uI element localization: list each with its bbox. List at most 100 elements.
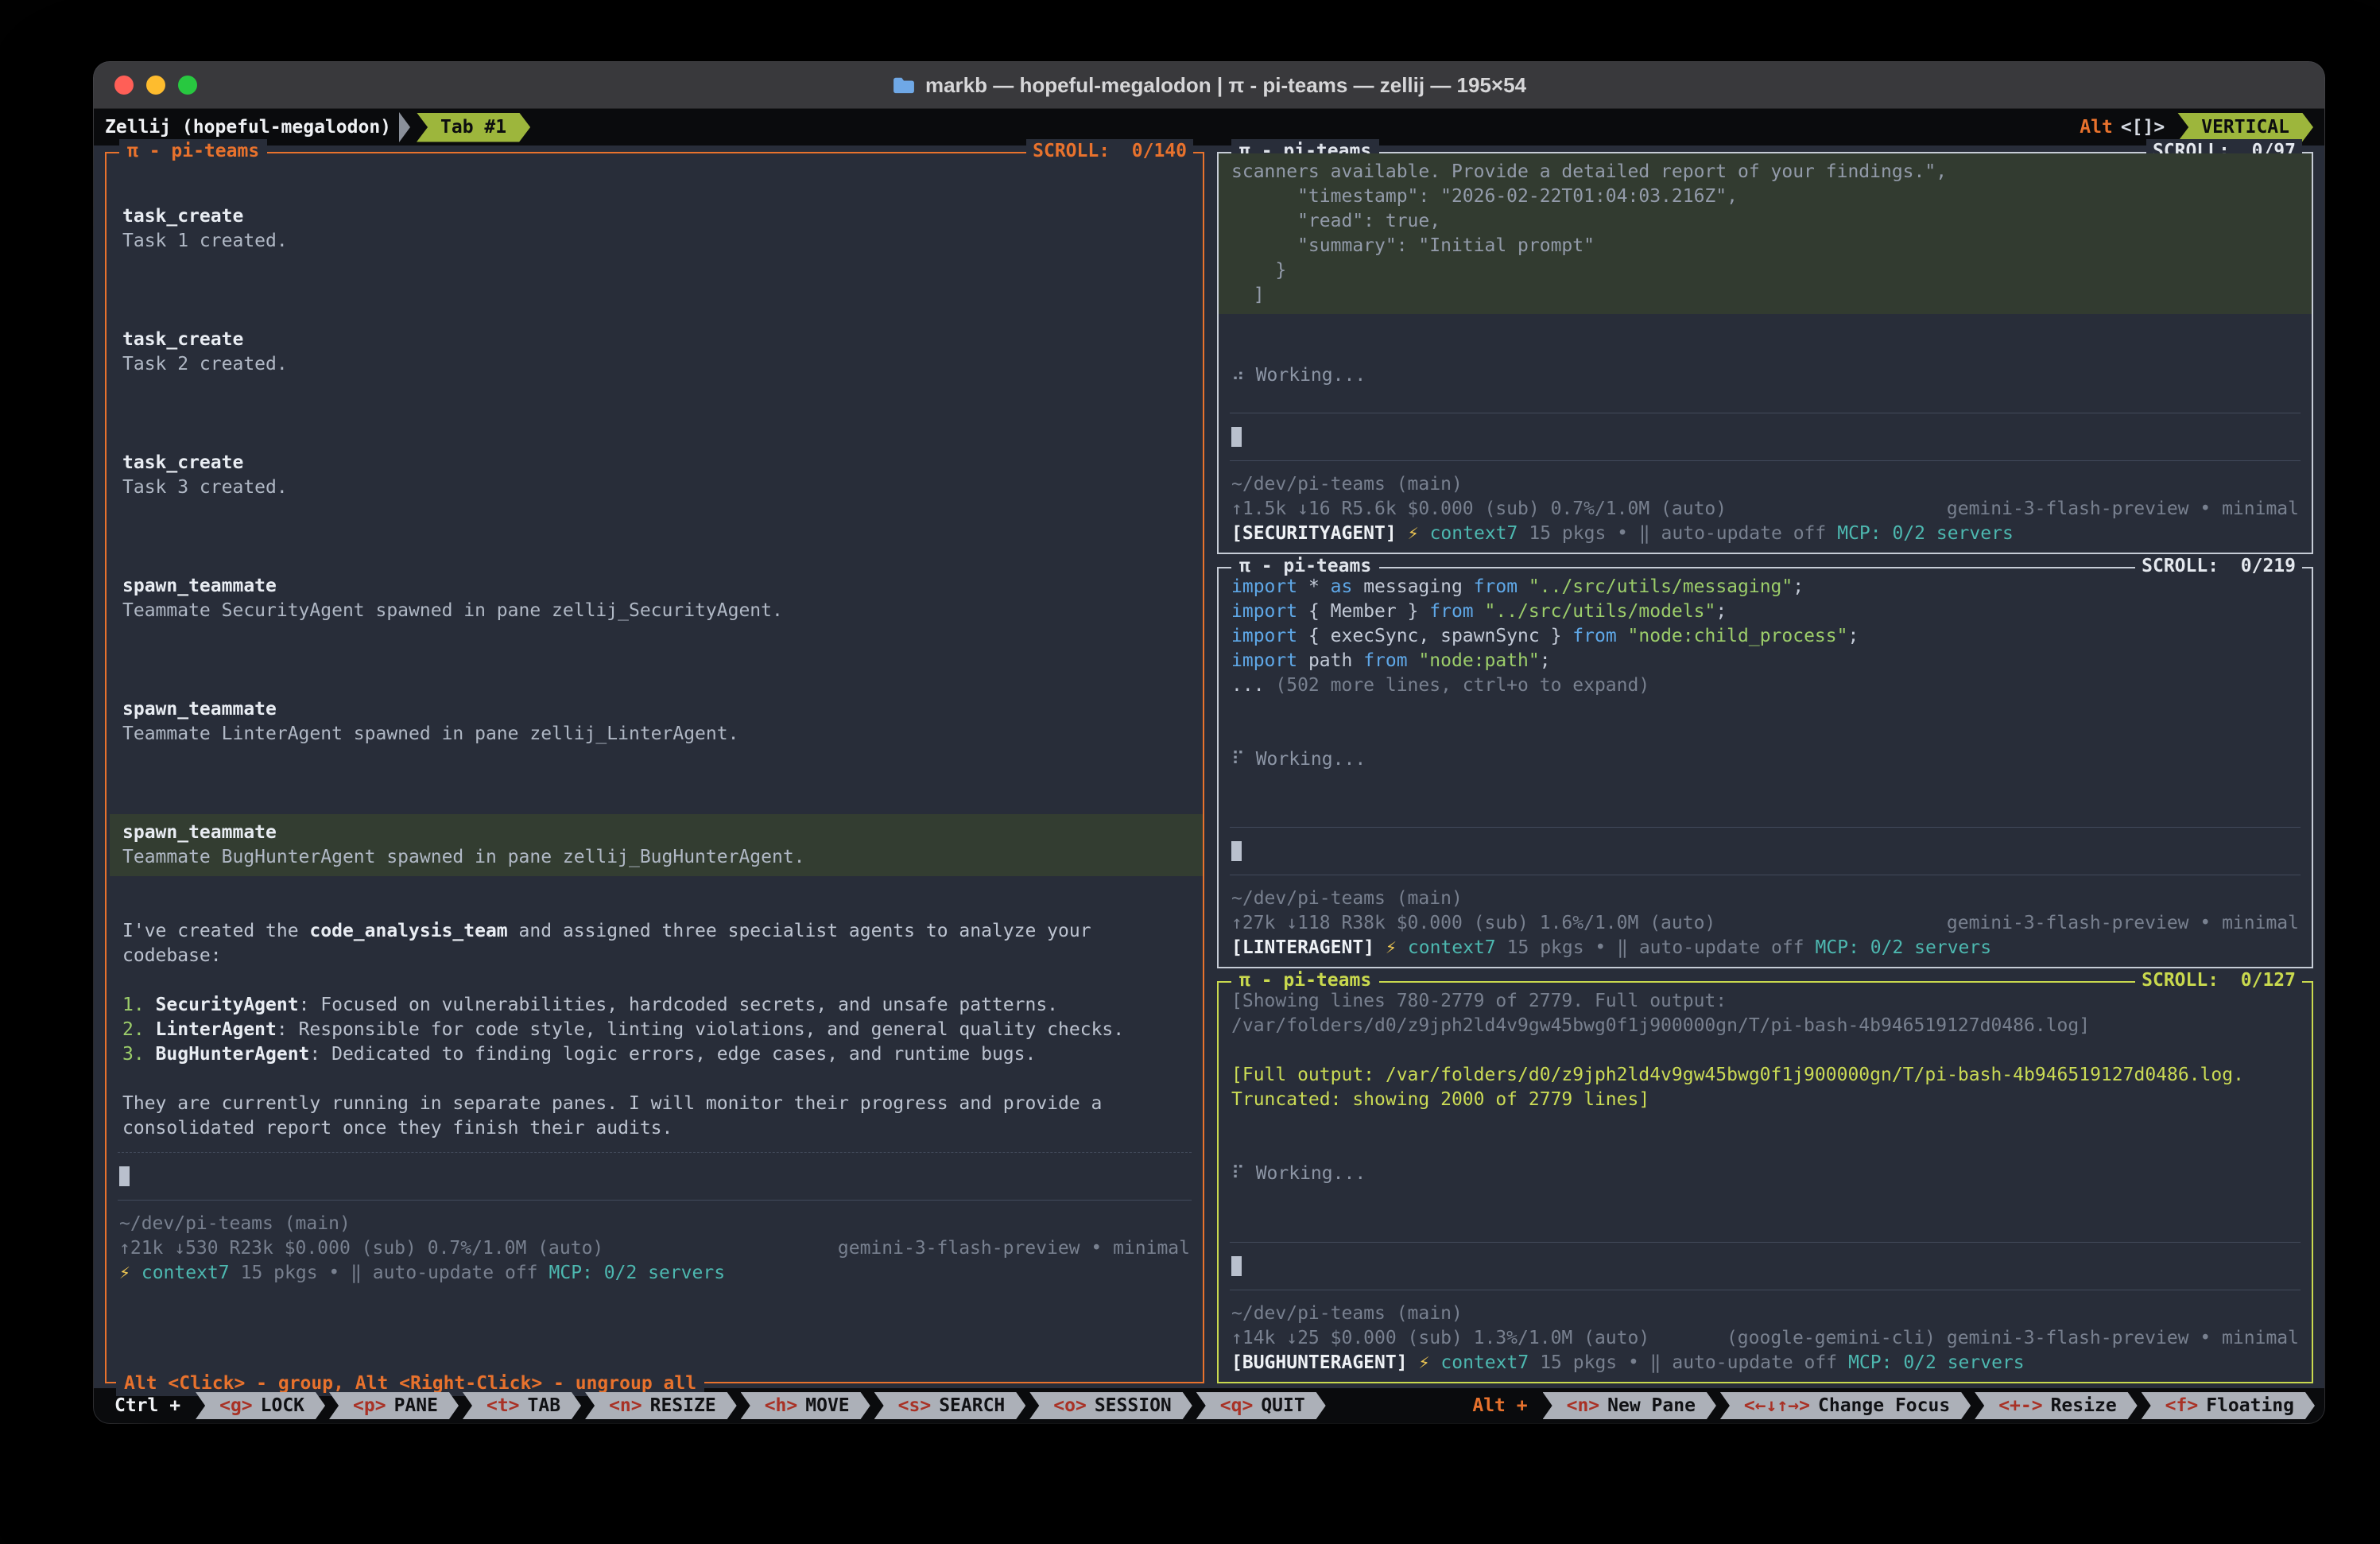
assistant-message-line: consolidated report once they finish the…	[122, 1116, 1190, 1141]
prompt-row[interactable]	[119, 1164, 1190, 1189]
ctrl-modifier: Ctrl +	[103, 1394, 192, 1418]
bolt-icon: ⚡	[1408, 522, 1419, 546]
status-bar: ~/dev/pi-teams (main) ↑27k ↓118 R38k $0.…	[1231, 816, 2299, 960]
event-task-create-3: task_create Task 3 created.	[122, 451, 1190, 500]
keybar-quit[interactable]: <q>QUIT	[1196, 1392, 1326, 1419]
session-name: Zellij (hopeful-megalodon)	[105, 115, 391, 140]
titlebar: markb — hopeful-megalodon | π - pi-teams…	[94, 62, 2324, 109]
prompt-row[interactable]	[1231, 1254, 2299, 1278]
keybar-tab[interactable]: <t>TAB	[463, 1392, 581, 1419]
code-line: import { Member } from "../src/utils/mod…	[1231, 599, 2299, 624]
keybar-new-pane[interactable]: <n>New Pane	[1543, 1392, 1716, 1419]
working-indicator: ⠏ Working...	[1231, 1162, 2299, 1186]
assistant-message-line: codebase:	[122, 944, 1190, 968]
agent-badge: [BUGHUNTERAGENT]	[1231, 1351, 1408, 1375]
keybar-move[interactable]: <h>MOVE	[741, 1392, 870, 1419]
context-row: [SECURITYAGENT]⚡context715 pkgs • ‖ auto…	[1231, 522, 2299, 546]
swap-layout-badge[interactable]: VERTICAL	[2177, 113, 2313, 142]
agent-badge: [LINTERAGENT]	[1231, 936, 1374, 960]
status-separator	[118, 1200, 1192, 1201]
powerline-chevron-icon	[399, 112, 410, 142]
agent-list-item-3: 3. BugHunterAgent: Dedicated to finding …	[122, 1042, 1190, 1067]
pane-bughunter-agent[interactable]: π - pi-teams SCROLL: 0/127 [Showing line…	[1217, 981, 2313, 1383]
alt-modifier: Alt +	[1461, 1394, 1538, 1418]
code-line: import { execSync, spawnSync } from "nod…	[1231, 624, 2299, 649]
bolt-icon: ⚡	[119, 1261, 130, 1286]
keybar-pane[interactable]: <p>PANE	[329, 1392, 459, 1419]
assistant-message-line: I've created the code_analysis_team and …	[122, 919, 1190, 944]
code-line: ... (502 more lines, ctrl+o to expand)	[1231, 673, 2299, 698]
event-spawn-bughunter: spawn_teammate Teammate BugHunterAgent s…	[110, 814, 1203, 876]
keybar-lock[interactable]: <g>LOCK	[196, 1392, 325, 1419]
prompt-row[interactable]	[1231, 425, 2299, 449]
folder-icon	[892, 76, 916, 95]
token-stats-row: ↑1.5k ↓16 R5.6k $0.000 (sub) 0.7%/1.0M (…	[1231, 497, 2299, 522]
terminal-cursor	[1231, 1256, 1242, 1276]
bolt-icon: ⚡	[1419, 1351, 1430, 1375]
agent-badge: [SECURITYAGENT]	[1231, 522, 1397, 546]
cwd: ~/dev/pi-teams (main)	[1231, 472, 2299, 497]
zellij-terminal: Zellij (hopeful-megalodon) Tab #1 Alt <[…	[94, 109, 2324, 1423]
status-bar: ~/dev/pi-teams (main) ↑1.5k ↓16 R5.6k $0…	[1231, 402, 2299, 546]
input-separator	[1230, 1242, 2301, 1243]
pane-linter-agent[interactable]: π - pi-teams SCROLL: 0/219 import * as m…	[1217, 567, 2313, 969]
cwd: ~/dev/pi-teams (main)	[119, 1212, 1190, 1236]
event-task-create-2: task_create Task 2 created.	[122, 328, 1190, 377]
event-task-create-1: task_create Task 1 created.	[122, 204, 1190, 254]
keybar-session[interactable]: <o>SESSION	[1029, 1392, 1192, 1419]
keybar-search[interactable]: <s>SEARCH	[874, 1392, 1026, 1419]
keybar-change-focus[interactable]: <←↓↑→>Change Focus	[1720, 1392, 1971, 1419]
agent-list-item-2: 2. LinterAgent: Responsible for code sty…	[122, 1018, 1190, 1042]
truncation-notice: Truncated: showing 2000 of 2779 lines]	[1231, 1088, 2299, 1112]
log-line: [Showing lines 780-2779 of 2779. Full ou…	[1231, 989, 2299, 1014]
input-separator	[1230, 827, 2301, 828]
keybar-resize[interactable]: <n>RESIZE	[585, 1392, 737, 1419]
pane-grid: π - pi-teams SCROLL: 0/140 task_create T…	[94, 145, 2324, 1388]
token-stats-row: ↑14k ↓25 $0.000 (sub) 1.3%/1.0M (auto)(g…	[1231, 1326, 2299, 1351]
zoom-button[interactable]	[178, 76, 197, 95]
tab-1-label: Tab #1	[440, 117, 506, 138]
status-bar: ~/dev/pi-teams (main) ↑21k ↓530 R23k $0.…	[119, 1141, 1190, 1286]
desktop: markb — hopeful-megalodon | π - pi-teams…	[0, 0, 2380, 1544]
swap-layout-label: VERTICAL	[2201, 117, 2289, 138]
window-title: markb — hopeful-megalodon | π - pi-teams…	[892, 73, 1526, 98]
swap-layout-binding: <[]>	[2121, 115, 2165, 140]
zellij-tabbar: Zellij (hopeful-megalodon) Tab #1 Alt <[…	[94, 109, 2324, 145]
swap-layout-modifier: Alt	[2080, 115, 2113, 140]
cwd: ~/dev/pi-teams (main)	[1231, 1302, 2299, 1326]
agent-list-item-1: 1. SecurityAgent: Focused on vulnerabili…	[122, 993, 1190, 1018]
terminal-window: markb — hopeful-megalodon | π - pi-teams…	[94, 62, 2324, 1423]
context-row: [BUGHUNTERAGENT]⚡context715 pkgs • ‖ aut…	[1231, 1351, 2299, 1375]
terminal-cursor	[1231, 427, 1242, 447]
code-line: import * as messaging from "../src/utils…	[1231, 575, 2299, 599]
cwd: ~/dev/pi-teams (main)	[1231, 886, 2299, 911]
bolt-icon: ⚡	[1386, 936, 1397, 960]
status-separator	[1230, 460, 2301, 461]
tab-1[interactable]: Tab #1	[417, 113, 530, 142]
terminal-cursor	[119, 1166, 130, 1186]
assistant-message-line: They are currently running in separate p…	[122, 1092, 1190, 1116]
input-separator	[118, 1152, 1192, 1153]
prompt-row[interactable]	[1231, 839, 2299, 863]
status-bar: ~/dev/pi-teams (main) ↑14k ↓25 $0.000 (s…	[1231, 1231, 2299, 1375]
terminal-output: task_create Task 1 created. task_create …	[119, 160, 1190, 1141]
keybar-resize-alt[interactable]: <+->Resize	[1975, 1392, 2137, 1419]
close-button[interactable]	[114, 76, 134, 95]
pane-orchestrator[interactable]: π - pi-teams SCROLL: 0/140 task_create T…	[105, 152, 1204, 1383]
token-stats-row: ↑21k ↓530 R23k $0.000 (sub) 0.7%/1.0M (a…	[119, 1236, 1190, 1261]
working-indicator: ⠴ Working...	[1231, 363, 2299, 388]
truncation-notice: [Full output: /var/folders/d0/z9jph2ld4v…	[1231, 1063, 2299, 1088]
code-line: import path from "node:path";	[1231, 649, 2299, 673]
window-title-text: markb — hopeful-megalodon | π - pi-teams…	[925, 73, 1526, 98]
event-spawn-security: spawn_teammate Teammate SecurityAgent sp…	[122, 574, 1190, 623]
right-pane-column: π - pi-teams SCROLL: 0/97 scanners avail…	[1217, 152, 2313, 1383]
token-stats-row: ↑27k ↓118 R38k $0.000 (sub) 1.6%/1.0M (a…	[1231, 911, 2299, 936]
keybar: Ctrl + <g>LOCK <p>PANE <t>TAB <n>RESIZE …	[94, 1388, 2324, 1423]
terminal-cursor	[1231, 841, 1242, 861]
pane-security-agent[interactable]: π - pi-teams SCROLL: 0/97 scanners avail…	[1217, 152, 2313, 554]
working-indicator: ⠏ Working...	[1231, 747, 2299, 772]
context-row: [LINTERAGENT]⚡context715 pkgs • ‖ auto-u…	[1231, 936, 2299, 960]
keybar-floating[interactable]: <f>Floating	[2142, 1392, 2315, 1419]
event-spawn-linter: spawn_teammate Teammate LinterAgent spaw…	[122, 697, 1190, 747]
minimize-button[interactable]	[146, 76, 165, 95]
